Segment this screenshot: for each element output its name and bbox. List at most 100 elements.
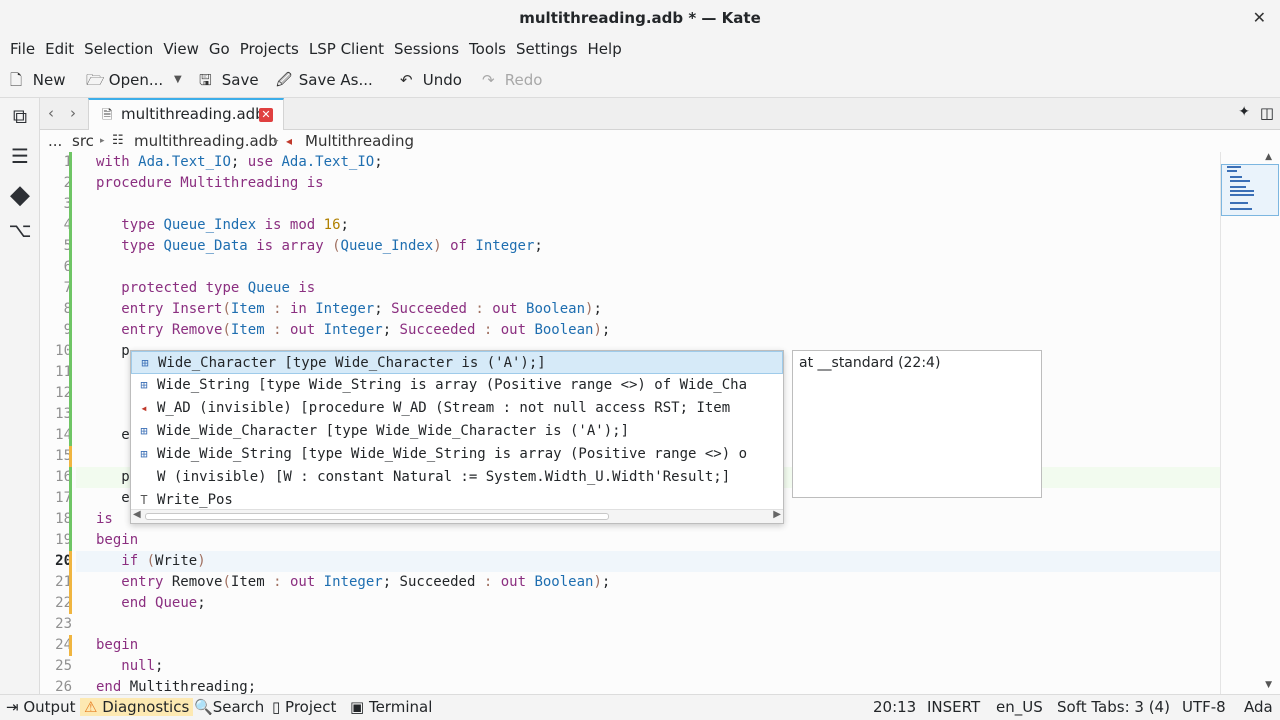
- indentation[interactable]: Soft Tabs: 3 (4): [1057, 698, 1170, 716]
- output-tab[interactable]: ⇥ Output: [6, 698, 75, 716]
- cursor-position[interactable]: 20:13: [873, 698, 916, 716]
- git-icon[interactable]: ◆: [7, 180, 33, 210]
- scroll-up-arrow-icon[interactable]: ▲: [1265, 152, 1272, 162]
- encoding[interactable]: UTF-8: [1182, 698, 1226, 716]
- modified-line-marker: [69, 320, 72, 446]
- completion-popup[interactable]: ⊞ Wide_Character [type Wide_Character is …: [130, 350, 784, 524]
- scrollbar-thumb[interactable]: [145, 513, 609, 520]
- modified-line-marker: [69, 215, 72, 320]
- search-icon: 🔍: [194, 698, 213, 716]
- undo-button[interactable]: ↶ Undo: [400, 62, 462, 98]
- symbols-list-icon[interactable]: ☰: [7, 144, 33, 170]
- completion-item[interactable]: ◂ W_AD (invisible) [procedure W_AD (Strea…: [131, 397, 783, 420]
- documents-icon[interactable]: ⧉: [7, 104, 33, 130]
- menu-settings[interactable]: Settings: [511, 37, 583, 61]
- line-number: 15: [55, 448, 72, 464]
- code-line-4: type Queue_Index is mod 16;: [121, 217, 349, 233]
- project-tree-icon[interactable]: ⌥: [7, 218, 33, 244]
- search-tab[interactable]: 🔍Search: [194, 698, 264, 716]
- code-line-17: e: [96, 490, 130, 506]
- minimap-line: [1227, 170, 1237, 172]
- project-tab[interactable]: ▯ Project: [272, 698, 336, 716]
- breadcrumb-file[interactable]: multithreading.adb: [134, 132, 278, 150]
- scroll-left-arrow-icon[interactable]: ◀: [133, 509, 141, 520]
- saved-line-marker: [69, 551, 72, 614]
- completion-item[interactable]: W (invisible) [W : constant Natural := S…: [131, 466, 783, 489]
- completion-item[interactable]: ⊞ Wide_Character [type Wide_Character is …: [131, 351, 783, 374]
- dictionary[interactable]: en_US: [996, 698, 1043, 716]
- save-button[interactable]: 🖫 Save: [199, 62, 259, 98]
- minimap-line: [1230, 176, 1242, 178]
- completion-item[interactable]: ⊞ Wide_String [type Wide_String is array …: [131, 374, 783, 397]
- current-line-highlight: [76, 551, 1220, 572]
- completion-item[interactable]: ⊞ Wide_Wide_String [type Wide_Wide_String…: [131, 443, 783, 466]
- type-icon: ⊞: [140, 378, 148, 392]
- line-number: 22: [55, 595, 72, 611]
- menu-lsp-client[interactable]: LSP Client: [304, 37, 389, 61]
- open-button[interactable]: 🗁 Open...: [86, 62, 163, 98]
- menu-sessions[interactable]: Sessions: [389, 37, 464, 61]
- pin-icon[interactable]: ✦: [1238, 104, 1250, 120]
- menu-selection[interactable]: Selection: [79, 37, 158, 61]
- warning-icon: ⚠: [84, 698, 98, 716]
- saved-line-marker: [69, 446, 72, 467]
- minimap-line: [1230, 202, 1248, 204]
- redo-icon: ↷: [482, 71, 495, 89]
- menu-help[interactable]: Help: [583, 37, 627, 61]
- menu-bar: File Edit Selection View Go Projects LSP Clien…: [0, 37, 1280, 62]
- procedure-icon: ◂: [140, 401, 148, 415]
- menu-edit[interactable]: Edit: [40, 37, 79, 61]
- new-button[interactable]: 🗋 New: [10, 62, 66, 98]
- input-mode[interactable]: INSERT: [927, 698, 980, 716]
- menu-projects[interactable]: Projects: [235, 37, 304, 61]
- terminal-tab[interactable]: ▣ Terminal: [350, 698, 432, 716]
- scroll-right-arrow-icon[interactable]: ▶: [773, 509, 781, 520]
- save-as-button[interactable]: 🖉 Save As...: [276, 62, 373, 98]
- line-number: 25: [55, 658, 72, 674]
- line-number: 14: [55, 427, 72, 443]
- close-tab-icon[interactable]: ✕: [259, 108, 273, 122]
- line-number: 6: [63, 259, 72, 275]
- menu-go[interactable]: Go: [204, 37, 235, 61]
- forward-icon[interactable]: ›: [70, 104, 76, 122]
- back-icon[interactable]: ‹: [48, 104, 54, 122]
- diagnostics-tab[interactable]: ⚠ Diagnostics: [80, 698, 194, 716]
- menu-view[interactable]: View: [158, 37, 204, 61]
- scroll-down-arrow-icon[interactable]: ▼: [1265, 680, 1272, 690]
- open-dropdown-arrow-icon[interactable]: ▼: [174, 62, 182, 98]
- tab-multithreading-adb[interactable]: 🗎 multithreading.adb ✕: [88, 98, 284, 130]
- breadcrumb-symbol[interactable]: Multithreading: [305, 132, 414, 150]
- code-line-24: begin: [96, 637, 139, 653]
- completion-item[interactable]: ⊞ Wide_Wide_Character [type Wide_Wide_Cha…: [131, 420, 783, 443]
- undo-icon: ↶: [400, 71, 413, 89]
- breadcrumb: ... src ▸ ☷ multithreading.adb ▸ ◂ Multi…: [40, 130, 1220, 152]
- file-icon: 🗎: [102, 108, 113, 123]
- close-window-icon[interactable]: ✕: [1253, 8, 1266, 27]
- code-line-10: p: [96, 343, 130, 359]
- completion-horizontal-scrollbar[interactable]: ◀ ▶: [131, 509, 783, 523]
- breadcrumb-dir[interactable]: src: [72, 132, 94, 150]
- minimap[interactable]: [1220, 152, 1280, 694]
- minimap-line: [1230, 186, 1246, 188]
- breadcrumb-ellipsis[interactable]: ...: [48, 132, 62, 150]
- type-icon: ⊞: [140, 447, 148, 461]
- code-line-16: p: [96, 469, 130, 485]
- line-number-current: 20: [55, 553, 72, 569]
- line-number: 1: [63, 154, 72, 170]
- line-number: 24: [55, 637, 72, 653]
- tab-bar: ‹ › 🗎 multithreading.adb ✕ ✦ ◫: [40, 98, 1280, 130]
- left-sidebar: ⧉ ☰ ◆ ⌥: [0, 98, 40, 694]
- redo-button[interactable]: ↷ Redo: [482, 62, 542, 98]
- menu-tools[interactable]: Tools: [464, 37, 511, 61]
- modified-line-marker: [69, 467, 72, 551]
- line-number: 9: [63, 322, 72, 338]
- window-title: multithreading.adb * — Kate: [519, 9, 761, 27]
- type-icon: ⊞: [141, 356, 149, 370]
- language-mode[interactable]: Ada: [1244, 698, 1273, 716]
- line-number: 2: [63, 175, 72, 191]
- code-line-8: entry Insert(Item : in Integer; Succeede…: [121, 301, 602, 317]
- split-view-icon[interactable]: ◫: [1260, 104, 1274, 122]
- line-number: 16: [55, 469, 72, 485]
- line-number: 12: [55, 385, 72, 401]
- menu-file[interactable]: File: [5, 37, 40, 61]
